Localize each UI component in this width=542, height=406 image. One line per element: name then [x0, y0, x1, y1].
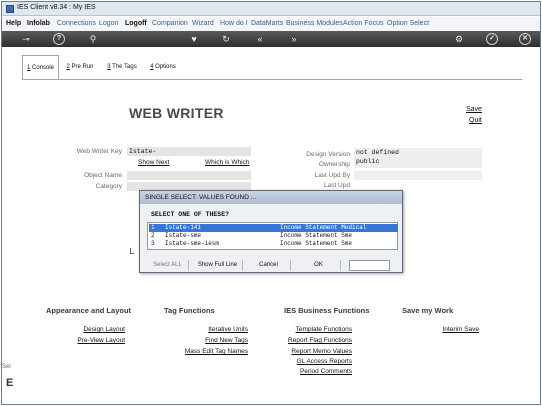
web-writer-key-field[interactable]: Istate-: [127, 147, 251, 156]
tab-the-tags[interactable]: 3 The Tags: [102, 55, 142, 79]
dialog-title: SINGLE SELECT: VALUES FOUND ...: [140, 191, 402, 204]
values-list[interactable]: 1 Istate-141 Income Statement Medical 2 …: [147, 222, 398, 250]
ok-button[interactable]: OK: [297, 260, 341, 271]
quit-link[interactable]: Quit: [469, 117, 482, 124]
show-next-link[interactable]: Show Next: [138, 159, 169, 166]
tab-options[interactable]: 4 Options: [145, 55, 181, 79]
heart-icon[interactable]: ♥: [188, 33, 200, 45]
preview-layout-link[interactable]: Pre-View Layout: [77, 337, 125, 344]
list-item[interactable]: 1 Istate-141 Income Statement Medical: [149, 224, 398, 232]
period-comments-link[interactable]: Period Comments: [300, 368, 352, 375]
tab-console[interactable]: 1 Console: [22, 55, 59, 79]
ies-business-functions-heading: IES Business Functions: [284, 306, 370, 315]
left-edge-label: Sel: [2, 364, 11, 370]
toolbar: ⊸ ? ⚲ ♥ ↻ « » ⚙ ✓ ✕: [2, 31, 540, 47]
search-icon[interactable]: ⚲: [87, 33, 99, 45]
design-layout-link[interactable]: Design Layout: [83, 326, 125, 333]
menu-action-focus[interactable]: Action Focus: [343, 20, 383, 27]
menu-logoff[interactable]: Logoff: [125, 20, 147, 27]
list-item[interactable]: 3 Istate-sme-iesm Income Statement Sme: [149, 240, 398, 248]
page-title: WEB WRITER: [129, 105, 224, 121]
menu-option-select[interactable]: Option Select: [387, 20, 429, 27]
mass-edit-tag-names-link[interactable]: Mass Edit Tag Names: [185, 348, 248, 355]
which-is-which-link[interactable]: Which is Which: [205, 159, 249, 166]
app-icon: [6, 5, 14, 13]
save-my-work-heading: Save my Work: [402, 306, 454, 315]
web-writer-key-label: Web Writer Key: [76, 148, 122, 155]
forward-icon[interactable]: »: [288, 33, 300, 45]
last-upd-by-field: [354, 171, 482, 180]
menu-logon[interactable]: Logon: [99, 20, 118, 27]
app-window: IES Client v8.34 : My IES Help Infolab C…: [1, 1, 541, 405]
category-label: Category: [95, 183, 122, 190]
single-select-dialog: SINGLE SELECT: VALUES FOUND ... SELECT O…: [139, 190, 403, 273]
checkbox-remnant: [130, 248, 134, 254]
dialog-prompt: SELECT ONE OF THESE?: [151, 211, 230, 218]
design-version-field: not defined public: [354, 148, 482, 168]
object-name-label: Object Name: [84, 172, 122, 179]
menu-datamarts[interactable]: DataMarts: [251, 20, 283, 27]
menu-infolab[interactable]: Infolab: [27, 20, 50, 27]
title-bar: IES Client v8.34 : My IES: [2, 2, 540, 16]
iterative-units-link[interactable]: Iterative Units: [208, 326, 248, 333]
last-upd-label: Last Upd: [323, 182, 350, 189]
report-flag-functions-link[interactable]: Report Flag Functions: [288, 337, 352, 344]
window-title: IES Client v8.34 : My IES: [17, 4, 96, 11]
ok-icon[interactable]: ✓: [486, 33, 498, 45]
gl-access-reports-link[interactable]: GL Access Reports: [297, 358, 352, 365]
cancel-button[interactable]: Cancel: [247, 260, 291, 271]
show-full-line-button[interactable]: Show Full Line: [193, 260, 243, 271]
dialog-input-field[interactable]: [349, 260, 390, 271]
tab-pre-run[interactable]: 2 Pre Run: [62, 55, 98, 79]
object-name-field[interactable]: [127, 171, 251, 180]
ownership-value: public: [356, 158, 380, 165]
menu-wizard[interactable]: Wizard: [192, 20, 214, 27]
menu-help[interactable]: Help: [6, 20, 21, 27]
close-icon[interactable]: ✕: [519, 33, 531, 45]
save-link[interactable]: Save: [466, 106, 482, 113]
interim-save-link[interactable]: Interim Save: [443, 326, 480, 333]
list-item[interactable]: 2 Istate-sme Income Statement Sme: [149, 232, 398, 240]
report-memo-values-link[interactable]: Report Memo Values: [291, 348, 352, 355]
menu-companion[interactable]: Companion: [152, 20, 188, 27]
menu-business-modules[interactable]: Business Modules: [286, 20, 343, 27]
menu-connections[interactable]: Connections: [57, 20, 96, 27]
select-all-button[interactable]: Select ALL: [147, 260, 189, 271]
back-icon[interactable]: «: [254, 33, 266, 45]
last-upd-by-label: Last Upd By: [314, 172, 350, 179]
find-new-tags-link[interactable]: Find New Tags: [205, 337, 248, 344]
refresh-icon[interactable]: ↻: [220, 33, 232, 45]
appearance-heading: Appearance and Layout: [46, 306, 132, 315]
design-version-value: not defined: [356, 149, 399, 156]
menu-bar: Help Infolab Connections Logon Logoff Co…: [2, 17, 540, 31]
menu-how-do-i[interactable]: How do I: [220, 20, 248, 27]
left-edge-letter: E: [6, 377, 14, 389]
key-icon[interactable]: ⊸: [16, 33, 36, 45]
tab-divider: [22, 79, 522, 80]
tag-functions-heading: Tag Functions: [164, 306, 215, 315]
settings-icon[interactable]: ⚙: [453, 33, 465, 45]
design-version-label: Design Version: [306, 151, 350, 158]
help-icon[interactable]: ?: [53, 33, 65, 45]
ownership-label: Ownership: [318, 161, 350, 168]
template-functions-link[interactable]: Template Functions: [296, 326, 352, 333]
